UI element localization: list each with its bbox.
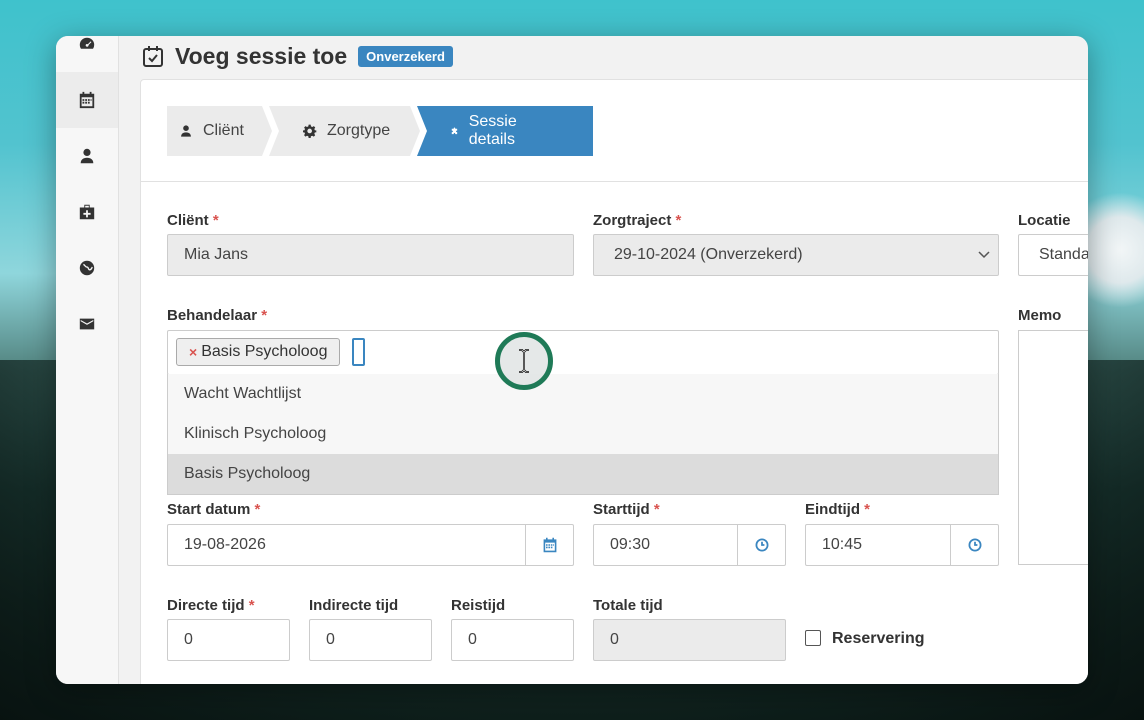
sidebar-item-clients[interactable] bbox=[56, 128, 118, 184]
form-card: Cliënt Zorgtype Sessie details Cliënt * … bbox=[140, 79, 1088, 684]
dropdown-option-selected[interactable]: Basis Psycholoog bbox=[168, 454, 998, 494]
memo-textarea[interactable] bbox=[1018, 330, 1088, 565]
tag-remove-button[interactable]: × bbox=[189, 344, 197, 360]
behandelaar-label: Behandelaar * bbox=[167, 307, 268, 324]
sidebar-item-calendar[interactable] bbox=[56, 72, 118, 128]
tag-label: Basis Psycholoog bbox=[201, 343, 328, 360]
calendar-icon bbox=[543, 537, 556, 553]
user-icon bbox=[181, 125, 191, 137]
step-label: Sessie details bbox=[468, 113, 517, 148]
reistijd-field[interactable]: 0 bbox=[451, 619, 574, 661]
calendar-button[interactable] bbox=[525, 525, 573, 565]
sidebar-item-globe[interactable] bbox=[56, 240, 118, 296]
sidebar-item-medical[interactable] bbox=[56, 184, 118, 240]
directe-tijd-field[interactable]: 0 bbox=[167, 619, 290, 661]
memo-label: Memo bbox=[1018, 307, 1062, 324]
step-sessie-details[interactable]: Sessie details bbox=[451, 106, 523, 156]
start-datum-field[interactable]: 19-08-2026 bbox=[167, 524, 574, 566]
step-label: Cliënt bbox=[203, 122, 244, 139]
clock-icon bbox=[968, 538, 981, 552]
locatie-select[interactable]: Standa bbox=[1018, 234, 1088, 276]
locatie-label: Locatie bbox=[1018, 212, 1071, 229]
clock-icon bbox=[755, 538, 768, 552]
indirecte-tijd-label: Indirecte tijd bbox=[309, 597, 399, 614]
text-cursor-icon bbox=[495, 332, 553, 390]
medkit-icon bbox=[79, 204, 95, 220]
starttijd-field[interactable]: 09:30 bbox=[593, 524, 786, 566]
eindtijd-label: Eindtijd * bbox=[805, 501, 871, 518]
start-datum-label: Start datum * bbox=[167, 501, 261, 518]
starttijd-label: Starttijd * bbox=[593, 501, 660, 518]
clock-button[interactable] bbox=[737, 525, 785, 565]
client-field[interactable]: Mia Jans bbox=[167, 234, 574, 276]
directe-tijd-label: Directe tijd * bbox=[167, 597, 255, 614]
selected-tag: × Basis Psycholoog bbox=[176, 338, 341, 366]
clock-button[interactable] bbox=[950, 525, 998, 565]
client-label: Cliënt * bbox=[167, 212, 219, 229]
zorgtraject-label: Zorgtraject * bbox=[593, 212, 682, 229]
behandelaar-dropdown: Wacht Wachtlijst Klinisch Psycholoog Bas… bbox=[167, 374, 999, 495]
ibeam-icon bbox=[519, 349, 529, 373]
dropdown-option[interactable]: Wacht Wachtlijst bbox=[168, 374, 998, 414]
app-window: Voeg sessie toe Onverzekerd Cliënt Zorgt… bbox=[56, 36, 1088, 684]
divider bbox=[141, 181, 1088, 182]
behandelaar-multiselect[interactable]: × Basis Psycholoog bbox=[167, 330, 999, 375]
envelope-icon bbox=[79, 318, 95, 330]
totale-tijd-label: Totale tijd bbox=[593, 597, 663, 614]
chevron-down-icon bbox=[978, 251, 990, 259]
reservering-checkbox[interactable] bbox=[805, 630, 821, 646]
page-title: Voeg sessie toe bbox=[175, 42, 348, 69]
sidebar-item-dashboard[interactable] bbox=[56, 36, 118, 72]
gear-icon bbox=[303, 124, 317, 138]
page-header: Voeg sessie toe Onverzekerd bbox=[141, 36, 453, 76]
search-input[interactable] bbox=[352, 338, 365, 366]
globe-icon bbox=[79, 260, 95, 276]
indirecte-tijd-field[interactable]: 0 bbox=[309, 619, 432, 661]
calendar-icon bbox=[79, 91, 95, 109]
dropdown-option[interactable]: Klinisch Psycholoog bbox=[168, 414, 998, 454]
user-icon bbox=[80, 148, 94, 164]
reistijd-label: Reistijd bbox=[451, 597, 506, 614]
totale-tijd-field: 0 bbox=[593, 619, 786, 661]
step-zorgtype[interactable]: Zorgtype bbox=[303, 106, 390, 156]
step-client[interactable]: Cliënt bbox=[179, 106, 244, 156]
reservering-label[interactable]: Reservering bbox=[832, 630, 925, 648]
dashboard-icon bbox=[79, 37, 95, 49]
calendar-check-icon bbox=[143, 46, 163, 67]
eindtijd-field[interactable]: 10:45 bbox=[805, 524, 999, 566]
status-badge: Onverzekerd bbox=[358, 45, 453, 67]
zorgtraject-select[interactable]: 29-10-2024 (Onverzekerd) bbox=[593, 234, 999, 276]
step-label: Zorgtype bbox=[327, 122, 391, 139]
puzzle-icon bbox=[451, 127, 458, 135]
sidebar-item-messages[interactable] bbox=[56, 296, 118, 352]
sidebar bbox=[56, 36, 119, 684]
